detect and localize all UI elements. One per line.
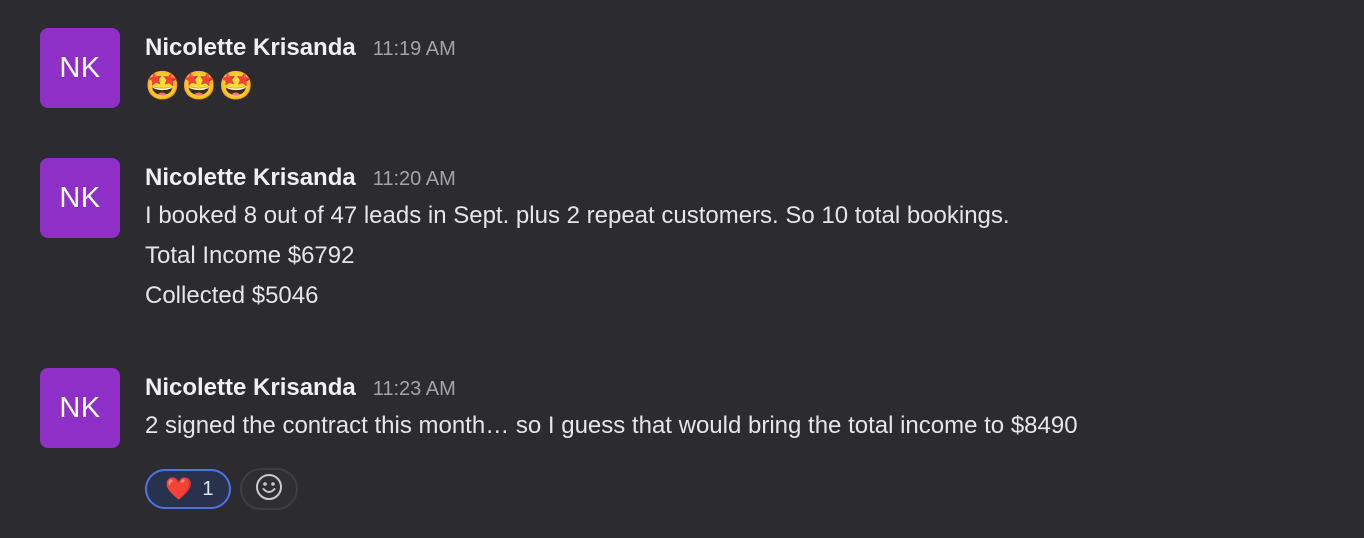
- smiley-face-icon: [254, 472, 284, 507]
- reaction-count: 1: [202, 477, 214, 500]
- message-2[interactable]: NK Nicolette Krisanda 11:20 AM I booked …: [40, 158, 1364, 328]
- message-content: Nicolette Krisanda 11:23 AM 2 signed the…: [145, 370, 1364, 510]
- message-3[interactable]: NK Nicolette Krisanda 11:23 AM 2 signed …: [40, 368, 1364, 518]
- message-header: Nicolette Krisanda 11:23 AM: [145, 370, 1364, 406]
- message-text-line: Collected $5046: [145, 282, 319, 309]
- reactions-bar: ❤️ 1: [145, 468, 298, 510]
- message-header: Nicolette Krisanda 11:20 AM: [145, 160, 1364, 196]
- message-content: Nicolette Krisanda 11:19 AM 🤩🤩🤩: [145, 30, 1364, 106]
- heart-reaction-button[interactable]: ❤️ 1: [145, 469, 231, 509]
- message-text-line: Total Income $6792: [145, 242, 355, 269]
- timestamp[interactable]: 11:19 AM: [373, 31, 456, 67]
- avatar[interactable]: NK: [40, 158, 120, 238]
- avatar[interactable]: NK: [40, 28, 120, 108]
- message-content: Nicolette Krisanda 11:20 AM I booked 8 o…: [145, 160, 1364, 316]
- message-text-line: I booked 8 out of 47 leads in Sept. plus…: [145, 202, 1010, 229]
- message-text-line: 2 signed the contract this month… so I g…: [145, 412, 1078, 439]
- sender-name[interactable]: Nicolette Krisanda: [145, 30, 356, 66]
- timestamp[interactable]: 11:20 AM: [373, 161, 456, 197]
- avatar[interactable]: NK: [40, 368, 120, 448]
- add-reaction-button[interactable]: [239, 468, 298, 510]
- sender-name[interactable]: Nicolette Krisanda: [145, 160, 356, 196]
- timestamp[interactable]: 11:23 AM: [373, 371, 456, 407]
- message-header: Nicolette Krisanda 11:19 AM: [145, 30, 1364, 66]
- message-1[interactable]: NK Nicolette Krisanda 11:19 AM 🤩🤩🤩: [40, 28, 1364, 118]
- sender-name[interactable]: Nicolette Krisanda: [145, 370, 356, 406]
- heart-icon: ❤️: [165, 476, 193, 501]
- message-emoji: 🤩🤩🤩: [145, 70, 256, 101]
